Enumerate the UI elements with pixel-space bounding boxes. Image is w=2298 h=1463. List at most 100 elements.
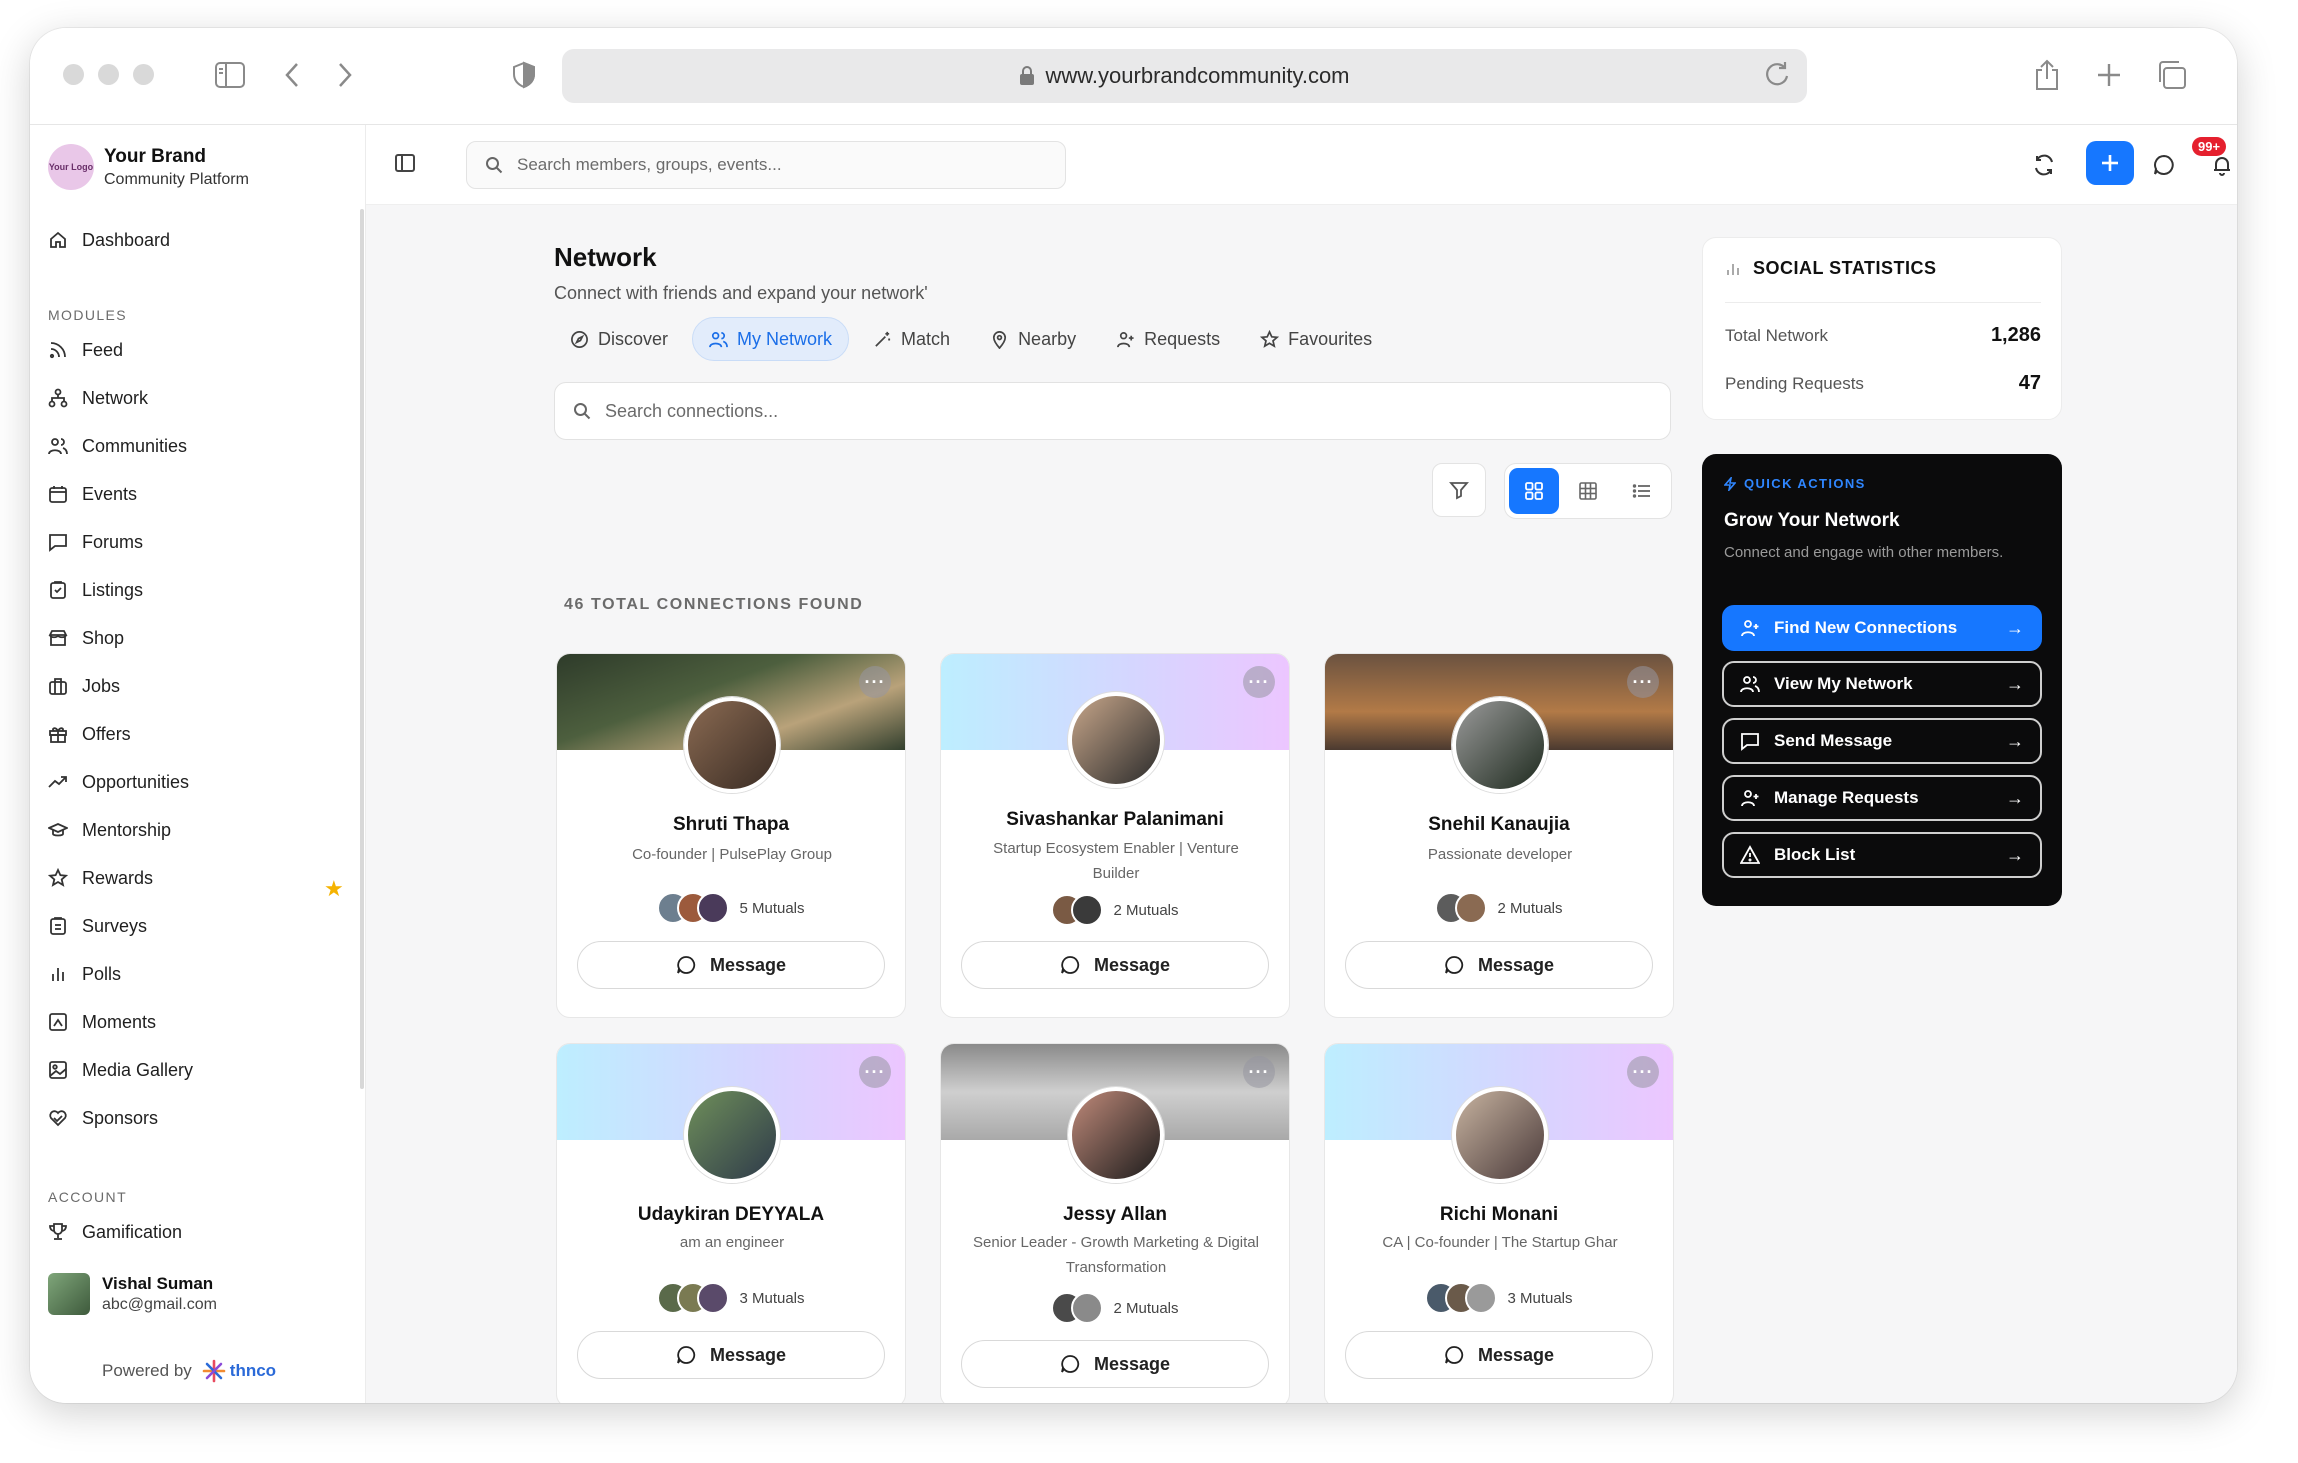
more-options-button[interactable]: ··· — [1627, 1056, 1659, 1088]
collapse-sidebar-icon[interactable] — [394, 152, 416, 179]
new-tab-icon[interactable] — [2092, 58, 2126, 92]
chat-square-icon — [49, 534, 67, 552]
window-close-dot[interactable] — [63, 64, 84, 85]
connection-card[interactable]: ··· Jessy Allan Senior Leader - Growth M… — [940, 1043, 1290, 1403]
sidebar-item-opportunities[interactable]: Opportunities — [48, 767, 189, 797]
message-button[interactable]: Message — [577, 941, 885, 989]
sidebar-item-media-gallery[interactable]: Media Gallery — [48, 1055, 193, 1085]
message-button[interactable]: Message — [577, 1331, 885, 1379]
send-message-button[interactable]: Send Message → — [1722, 718, 2042, 764]
sidebar-item-surveys[interactable]: Surveys — [48, 911, 147, 941]
sidebar-item-label: Communities — [82, 435, 188, 456]
tab-favourites[interactable]: Favourites — [1244, 317, 1388, 361]
avatar — [684, 1087, 780, 1183]
tab-my-network[interactable]: My Network — [692, 317, 850, 361]
privacy-shield-icon[interactable] — [507, 58, 541, 92]
more-options-button[interactable]: ··· — [859, 666, 891, 698]
tab-requests[interactable]: Requests — [1100, 317, 1236, 361]
mutuals[interactable]: 3 Mutuals — [1325, 1282, 1673, 1314]
connection-role: am an engineer — [679, 1234, 785, 1251]
back-icon[interactable] — [275, 58, 309, 92]
grid-view-button[interactable] — [1509, 468, 1559, 514]
tab-nearby[interactable]: Nearby — [974, 317, 1092, 361]
sidebar-item-listings[interactable]: Listings — [48, 575, 143, 605]
refresh-icon[interactable] — [2026, 147, 2062, 183]
mutuals[interactable]: 2 Mutuals — [941, 1292, 1289, 1324]
sidebar-item-mentorship[interactable]: Mentorship — [48, 815, 171, 845]
sidebar-item-feed[interactable]: Feed — [48, 335, 123, 365]
mutuals[interactable]: 2 Mutuals — [1325, 892, 1673, 924]
connection-name: Snehil Kanaujia — [1428, 814, 1570, 835]
tab-discover[interactable]: Discover — [554, 317, 684, 361]
sidebar-item-dashboard[interactable]: Dashboard — [48, 225, 170, 255]
connection-card[interactable]: ··· Richi Monani CA | Co-founder | The S… — [1324, 1043, 1674, 1403]
mutuals-count: 5 Mutuals — [739, 899, 805, 917]
brand[interactable]: Your Logo Your Brand Community Platform — [48, 144, 249, 190]
window-zoom-dot[interactable] — [133, 64, 154, 85]
create-button[interactable] — [2086, 141, 2134, 185]
connection-role: CA | Co-founder | The Startup Ghar — [1382, 1234, 1618, 1251]
connection-name: Jessy Allan — [1063, 1204, 1167, 1225]
plus-icon — [2102, 155, 2118, 171]
sidebar-item-offers[interactable]: Offers — [48, 719, 131, 749]
window-minimize-dot[interactable] — [98, 64, 119, 85]
graduation-cap-icon — [48, 823, 68, 837]
sidebar-toggle-icon[interactable] — [213, 58, 247, 92]
sidebar-item-communities[interactable]: Communities — [48, 431, 187, 461]
gallery-icon — [49, 1061, 67, 1079]
more-options-button[interactable]: ··· — [859, 1056, 891, 1088]
find-new-connections-button[interactable]: Find New Connections → — [1722, 605, 2042, 651]
view-my-network-button[interactable]: View My Network → — [1722, 661, 2042, 707]
sidebar-item-polls[interactable]: Polls — [48, 959, 121, 989]
user-profile[interactable]: Vishal Suman abc@gmail.com — [48, 1273, 217, 1315]
sidebar-item-moments[interactable]: Moments — [48, 1007, 156, 1037]
sidebar-scrollbar[interactable] — [360, 209, 364, 1089]
block-list-button[interactable]: Block List → — [1722, 832, 2042, 878]
sidebar-item-events[interactable]: Events — [48, 479, 137, 509]
table-view-button[interactable] — [1563, 468, 1613, 514]
sidebar-item-label: Gamification — [82, 1221, 183, 1242]
more-options-button[interactable]: ··· — [1243, 1056, 1275, 1088]
message-button[interactable]: Message — [1345, 941, 1653, 989]
global-search-placeholder: Search members, groups, events... — [517, 155, 782, 174]
reload-icon[interactable] — [1763, 59, 1791, 95]
sidebar-item-jobs[interactable]: Jobs — [48, 671, 120, 701]
message-button[interactable]: Message — [961, 1340, 1269, 1388]
share-icon[interactable] — [2030, 58, 2064, 92]
button-label: Send Message — [1774, 731, 1893, 750]
sidebar-item-gamification[interactable]: Gamification — [48, 1217, 182, 1247]
user-name: Vishal Suman — [102, 1274, 214, 1293]
sidebar-item-rewards[interactable]: Rewards — [48, 863, 153, 893]
more-options-button[interactable]: ··· — [1627, 666, 1659, 698]
mutuals[interactable]: 3 Mutuals — [557, 1282, 905, 1314]
tab-overview-icon[interactable] — [2154, 58, 2188, 92]
more-options-button[interactable]: ··· — [1243, 666, 1275, 698]
message-button[interactable]: Message — [1345, 1331, 1653, 1379]
forward-icon[interactable] — [328, 58, 362, 92]
mutuals[interactable]: 5 Mutuals — [557, 892, 905, 924]
sidebar-item-network[interactable]: Network — [48, 383, 148, 413]
message-button[interactable]: Message — [961, 941, 1269, 989]
connection-card[interactable]: ··· Shruti Thapa Co-founder | PulsePlay … — [556, 653, 906, 1018]
connections-search-placeholder: Search connections... — [605, 400, 779, 421]
sidebar-item-sponsors[interactable]: Sponsors — [48, 1103, 158, 1133]
sidebar-item-shop[interactable]: Shop — [48, 623, 124, 653]
sidebar-item-forums[interactable]: Forums — [48, 527, 143, 557]
connection-card[interactable]: ··· Udaykiran DEYYALA am an engineer 3 M… — [556, 1043, 906, 1403]
messages-icon[interactable] — [2146, 147, 2182, 183]
mutuals[interactable]: 2 Mutuals — [941, 894, 1289, 926]
manage-requests-button[interactable]: Manage Requests → — [1722, 775, 2042, 821]
connection-card[interactable]: ··· Snehil Kanaujia Passionate developer… — [1324, 653, 1674, 1018]
list-view-button[interactable] — [1617, 468, 1667, 514]
message-button-label: Message — [1093, 1353, 1171, 1374]
global-search-input[interactable]: Search members, groups, events... — [466, 141, 1066, 189]
connections-search-input[interactable]: Search connections... — [554, 382, 1671, 440]
connections-count: 46 TOTAL CONNECTIONS FOUND — [564, 596, 864, 613]
tab-match[interactable]: Match — [857, 317, 966, 361]
filter-button[interactable] — [1432, 463, 1486, 517]
network-tabs: Discover My Network Match Nearby Request… — [554, 317, 1388, 361]
clipboard-list-icon — [50, 917, 66, 935]
address-bar[interactable]: www.yourbrandcommunity.com — [562, 49, 1807, 103]
connection-card[interactable]: ··· Sivashankar Palanimani Startup Ecosy… — [940, 653, 1290, 1018]
powered-brand-logo[interactable]: thnco — [202, 1359, 276, 1383]
